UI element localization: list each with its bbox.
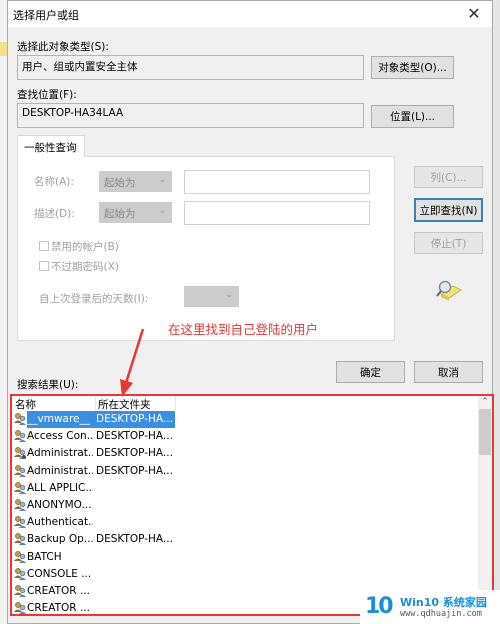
select-users-dialog: 选择用户或组 ✕ 选择此对象类型(S): 用户、组或内置安全主体 对象类型(O)… xyxy=(7,0,494,624)
non-expiring-password-label: 不过期密码(X) xyxy=(51,261,119,273)
result-name: BATCH xyxy=(27,550,62,563)
list-item[interactable]: Authenticat... xyxy=(12,514,482,531)
days-since-logon-label: 自上次登录后的天数(I): xyxy=(39,293,149,305)
result-name: Administrat... xyxy=(27,464,93,477)
search-results-list[interactable]: 名称 所在文件夹 __vmware__ DESKTOP-HA... Access C… xyxy=(10,394,494,616)
watermark-brand: Win10 系统家园 xyxy=(400,594,487,610)
result-folder: DESKTOP-HA... xyxy=(96,430,173,443)
results-scrollbar[interactable]: ⌃ xyxy=(478,396,492,614)
result-name: Access Con... xyxy=(27,430,93,443)
location-field: DESKTOP-HA34LAA xyxy=(17,103,364,128)
result-name: __vmware__ xyxy=(27,413,91,425)
group-icon xyxy=(13,584,27,598)
list-item[interactable]: __vmware__ DESKTOP-HA... xyxy=(12,411,482,428)
list-item[interactable]: Access Con... DESKTOP-HA... xyxy=(12,428,482,445)
name-match-combo[interactable]: 起始为 ⌄ xyxy=(99,171,172,192)
watermark: 10 Win10 系统家园 www.qdhuajin.com xyxy=(360,590,500,624)
user-icon xyxy=(13,446,27,460)
ok-button[interactable]: 确定 xyxy=(336,361,405,383)
list-item[interactable]: CONSOLE ... xyxy=(12,566,482,583)
annotation-text: 在这里找到自己登陆的用户 xyxy=(168,322,319,337)
result-name: Authenticat... xyxy=(27,516,93,529)
columns-button[interactable]: 列(C)... xyxy=(414,166,483,188)
group-icon xyxy=(13,481,27,495)
group-icon xyxy=(13,412,27,426)
common-queries-panel: 名称(A): 起始为 ⌄ 描述(D): 起始为 ⌄ 禁用的帐户(B) 不过期密码… xyxy=(17,156,395,341)
list-item[interactable]: Administrat... DESKTOP-HA... xyxy=(12,463,482,480)
group-icon xyxy=(13,464,27,478)
list-item[interactable]: Administrat... DESKTOP-HA... xyxy=(12,445,482,462)
find-now-button[interactable]: 立即查找(N) xyxy=(414,198,483,222)
search-magnifier-icon xyxy=(433,278,463,302)
watermark-brand-cn: 系统家园 xyxy=(442,596,487,609)
result-name: CREATOR ... xyxy=(27,602,90,615)
result-folder: DESKTOP-HA... xyxy=(96,447,173,460)
locations-button[interactable]: 位置(L)... xyxy=(371,105,454,128)
result-folder: DESKTOP-HA... xyxy=(96,413,173,425)
scroll-thumb[interactable] xyxy=(479,409,491,455)
scroll-up-icon[interactable]: ⌃ xyxy=(478,396,492,408)
result-name: Backup Op... xyxy=(27,533,93,546)
result-name: ANONYMO... xyxy=(27,499,92,511)
list-item[interactable]: ANONYMO... xyxy=(12,497,482,514)
group-icon xyxy=(13,567,27,581)
description-label: 描述(D): xyxy=(34,208,75,220)
search-results-label: 搜索结果(U): xyxy=(17,379,79,391)
result-name: CREATOR ... xyxy=(27,585,90,597)
cancel-button[interactable]: 取消 xyxy=(414,361,483,383)
disabled-accounts-label: 禁用的帐户(B) xyxy=(51,241,119,253)
background-highlight xyxy=(0,42,7,56)
group-icon xyxy=(13,429,27,443)
description-match-value: 起始为 xyxy=(104,208,136,220)
watermark-site: www.qdhuajin.com xyxy=(400,609,482,619)
result-name: ALL APPLIC... xyxy=(27,481,93,494)
name-match-value: 起始为 xyxy=(104,177,136,189)
group-icon xyxy=(13,601,27,614)
result-name: Administrat... xyxy=(27,447,93,460)
list-item[interactable]: Backup Op... DESKTOP-HA... xyxy=(12,531,482,548)
object-type-label: 选择此对象类型(S): xyxy=(17,41,109,53)
object-types-button[interactable]: 对象类型(O)... xyxy=(371,56,454,79)
results-header: 名称 所在文件夹 xyxy=(12,396,482,412)
dialog-title: 选择用户或组 xyxy=(13,9,79,22)
group-icon xyxy=(13,550,27,564)
result-folder: DESKTOP-HA... xyxy=(96,464,173,477)
name-label: 名称(A): xyxy=(34,176,74,188)
description-match-combo[interactable]: 起始为 ⌄ xyxy=(99,202,172,223)
title-bar: 选择用户或组 ✕ xyxy=(8,1,492,27)
result-name: CONSOLE ... xyxy=(27,567,92,580)
chevron-down-icon: ⌄ xyxy=(158,175,166,185)
object-type-field: 用户、组或内置安全主体 xyxy=(17,55,364,80)
chevron-down-icon: ⌄ xyxy=(225,290,233,300)
annotation-arrow-icon xyxy=(120,328,145,397)
group-icon xyxy=(13,532,27,546)
group-icon xyxy=(13,515,27,529)
result-folder: DESKTOP-HA... xyxy=(96,533,173,546)
name-input[interactable] xyxy=(184,170,370,194)
tab-common-queries[interactable]: 一般性查询 xyxy=(17,135,85,157)
chevron-down-icon: ⌄ xyxy=(158,206,166,216)
list-item[interactable]: BATCH xyxy=(12,549,482,566)
days-since-logon-combo[interactable]: ⌄ xyxy=(184,286,239,307)
list-item[interactable]: ALL APPLIC... xyxy=(12,480,482,497)
group-icon xyxy=(13,498,27,512)
description-input[interactable] xyxy=(184,201,370,225)
watermark-brand-prefix: Win10 xyxy=(400,596,440,609)
close-icon[interactable]: ✕ xyxy=(464,4,484,24)
non-expiring-password-checkbox[interactable] xyxy=(39,261,49,271)
stop-button[interactable]: 停止(T) xyxy=(414,232,483,254)
location-label: 查找位置(F): xyxy=(17,89,77,101)
column-divider xyxy=(175,396,176,411)
disabled-accounts-checkbox[interactable] xyxy=(39,241,49,251)
column-header-name[interactable]: 名称 xyxy=(15,397,95,412)
watermark-logo: 10 xyxy=(365,594,394,619)
